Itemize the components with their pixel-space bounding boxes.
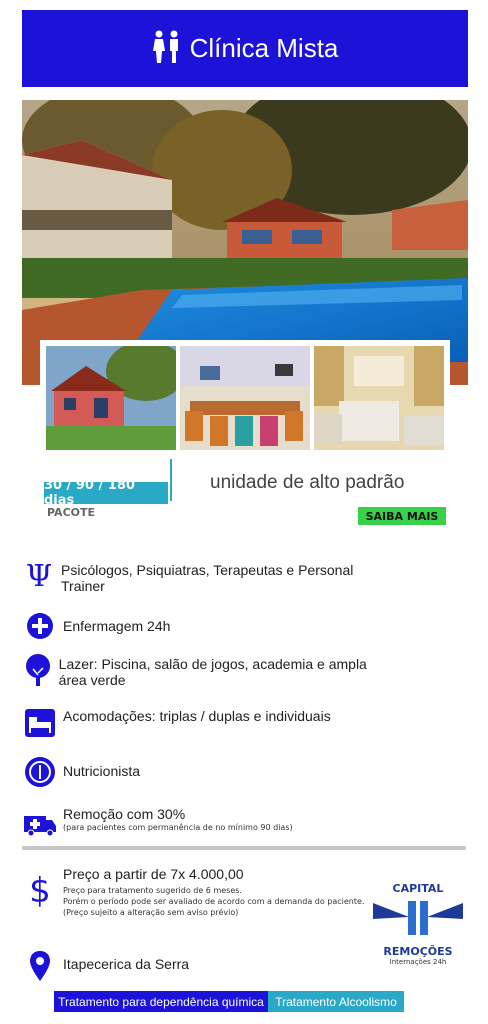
bed-icon xyxy=(22,705,58,741)
subtitle: unidade de alto padrão xyxy=(210,472,405,493)
page-title: Clínica Mista xyxy=(189,33,339,63)
header-bar: Clínica Mista xyxy=(22,10,468,87)
banner-alcoholism: Tratamento Alcoolismo xyxy=(268,991,404,1012)
divider-vertical xyxy=(170,459,172,501)
banner-chemical-dependency: Tratamento para dependência química xyxy=(54,991,268,1012)
plus-icon xyxy=(22,608,58,644)
feature-staff: Ψ Psicólogos, Psiquiatras, Terapeutas e … xyxy=(22,558,382,595)
section-divider xyxy=(22,846,466,850)
location-section: Itapecerica da Serra xyxy=(22,948,189,984)
thumbnail-bedroom[interactable] xyxy=(314,346,444,450)
capital-remocoes-logo: CAPITAL REMOÇÕES Internações 24h xyxy=(370,882,466,974)
thumbnail-dining-room[interactable] xyxy=(180,346,310,450)
star-of-life-icon xyxy=(373,899,463,939)
thumbnail-house[interactable] xyxy=(46,346,176,450)
location-pin-icon xyxy=(22,948,58,984)
feature-rooms: Acomodações: triplas / duplas e individu… xyxy=(22,705,331,741)
photo-gallery xyxy=(40,340,450,456)
ambulance-icon xyxy=(22,806,58,842)
feature-removal: Remoção com 30% (para pacientes com perm… xyxy=(22,806,293,842)
psi-icon: Ψ xyxy=(25,558,53,594)
feature-nutrition: Nutricionista xyxy=(22,754,140,790)
tree-icon xyxy=(22,652,54,688)
price-section: $ Preço a partir de 7x 4.000,00 Preço pa… xyxy=(22,866,364,918)
package-label: PACOTE xyxy=(47,506,96,519)
feature-nursing: Enfermagem 24h xyxy=(22,608,170,644)
cutlery-icon xyxy=(22,754,58,790)
dollar-icon: $ xyxy=(29,871,51,911)
feature-leisure: Lazer: Piscina, salão de jogos, academia… xyxy=(22,652,392,688)
saiba-mais-button[interactable]: SAIBA MAIS xyxy=(358,507,446,525)
package-days-badge: 30 / 90 / 180 dias xyxy=(44,478,168,508)
restroom-icon xyxy=(152,30,182,68)
